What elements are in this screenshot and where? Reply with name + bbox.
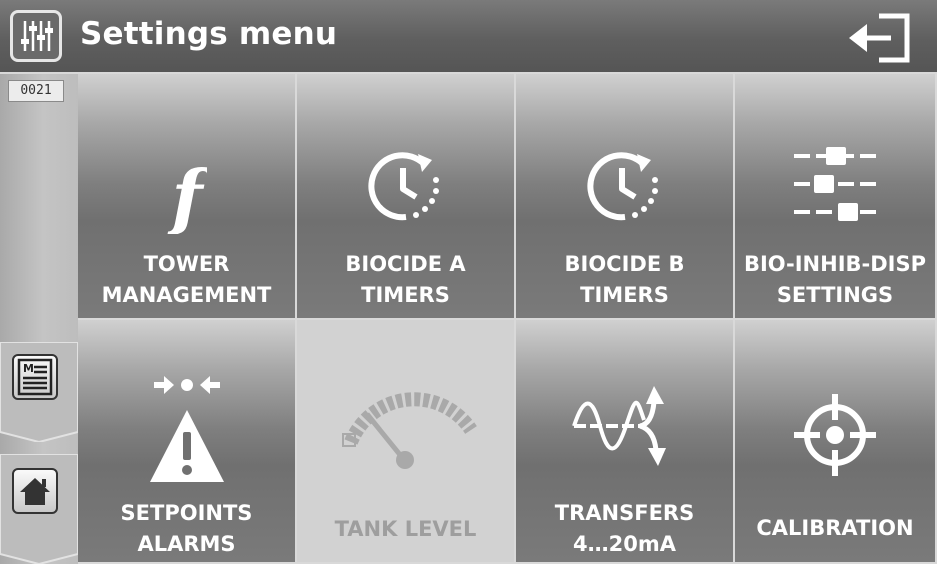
tile-setpoints-alarms[interactable]: SETPOINTS ALARMS	[78, 320, 297, 564]
exit-arrow-icon[interactable]	[845, 10, 915, 66]
tile-label-line2: TIMERS	[580, 283, 669, 307]
clock-timer-icon	[367, 152, 439, 221]
tile-label-line2: 4…20mA	[573, 532, 676, 556]
manual-button[interactable]: M	[0, 342, 78, 442]
counter-display: 0021	[8, 80, 64, 102]
tile-label-line2: TIMERS	[361, 283, 450, 307]
clock-timer-icon	[586, 152, 658, 221]
page-title: Settings menu	[80, 16, 338, 52]
tile-label-line1: BIO-INHIB-DISP	[743, 252, 927, 276]
tile-label-line2: ALARMS	[137, 532, 236, 556]
sidebar: 0021 M	[0, 74, 78, 564]
tile-tower-management[interactable]: f TOWER MANAGEMENT	[78, 74, 297, 320]
svg-text:f: f	[167, 162, 207, 234]
svg-text:M: M	[23, 362, 34, 375]
tile-transfers-4-20ma[interactable]: TRANSFERS 4…20mA	[516, 320, 735, 564]
tile-label-line1: TOWER	[143, 252, 230, 276]
home-icon	[12, 468, 58, 514]
home-button[interactable]	[0, 454, 78, 564]
tile-biocide-a-timers[interactable]: BIOCIDE A TIMERS	[297, 74, 516, 320]
tile-label-line1: SETPOINTS	[120, 501, 253, 525]
tile-label-line1: CALIBRATION	[756, 516, 914, 540]
warning-setpoint-icon	[149, 376, 224, 482]
function-f-icon: f	[167, 162, 207, 234]
tile-label-line2: MANAGEMENT	[101, 283, 272, 307]
settings-grid: f TOWER MANAGEMENT BIOCIDE A TIMERS BIOC…	[78, 74, 937, 564]
header-bar: Settings menu	[0, 0, 937, 74]
tile-tank-level[interactable]: TANK LEVEL	[297, 320, 516, 564]
tile-label-line2: SETTINGS	[776, 283, 894, 307]
mixer-sliders-icon	[10, 10, 62, 62]
tile-label-line1: TANK LEVEL	[334, 517, 477, 541]
tile-bio-inhib-disp-settings[interactable]: BIO-INHIB-DISP SETTINGS	[735, 74, 937, 320]
tile-label-line1: BIOCIDE A	[345, 252, 466, 276]
tile-label-line1: TRANSFERS	[554, 501, 695, 525]
tile-calibration[interactable]: CALIBRATION	[735, 320, 937, 564]
sliders-icon	[794, 147, 876, 221]
signal-transfer-icon	[571, 386, 666, 466]
manual-book-icon: M	[12, 354, 58, 400]
crosshair-icon	[794, 394, 876, 476]
tile-biocide-b-timers[interactable]: BIOCIDE B TIMERS	[516, 74, 735, 320]
tile-label-line1: BIOCIDE B	[564, 252, 685, 276]
gauge-icon	[341, 392, 477, 469]
